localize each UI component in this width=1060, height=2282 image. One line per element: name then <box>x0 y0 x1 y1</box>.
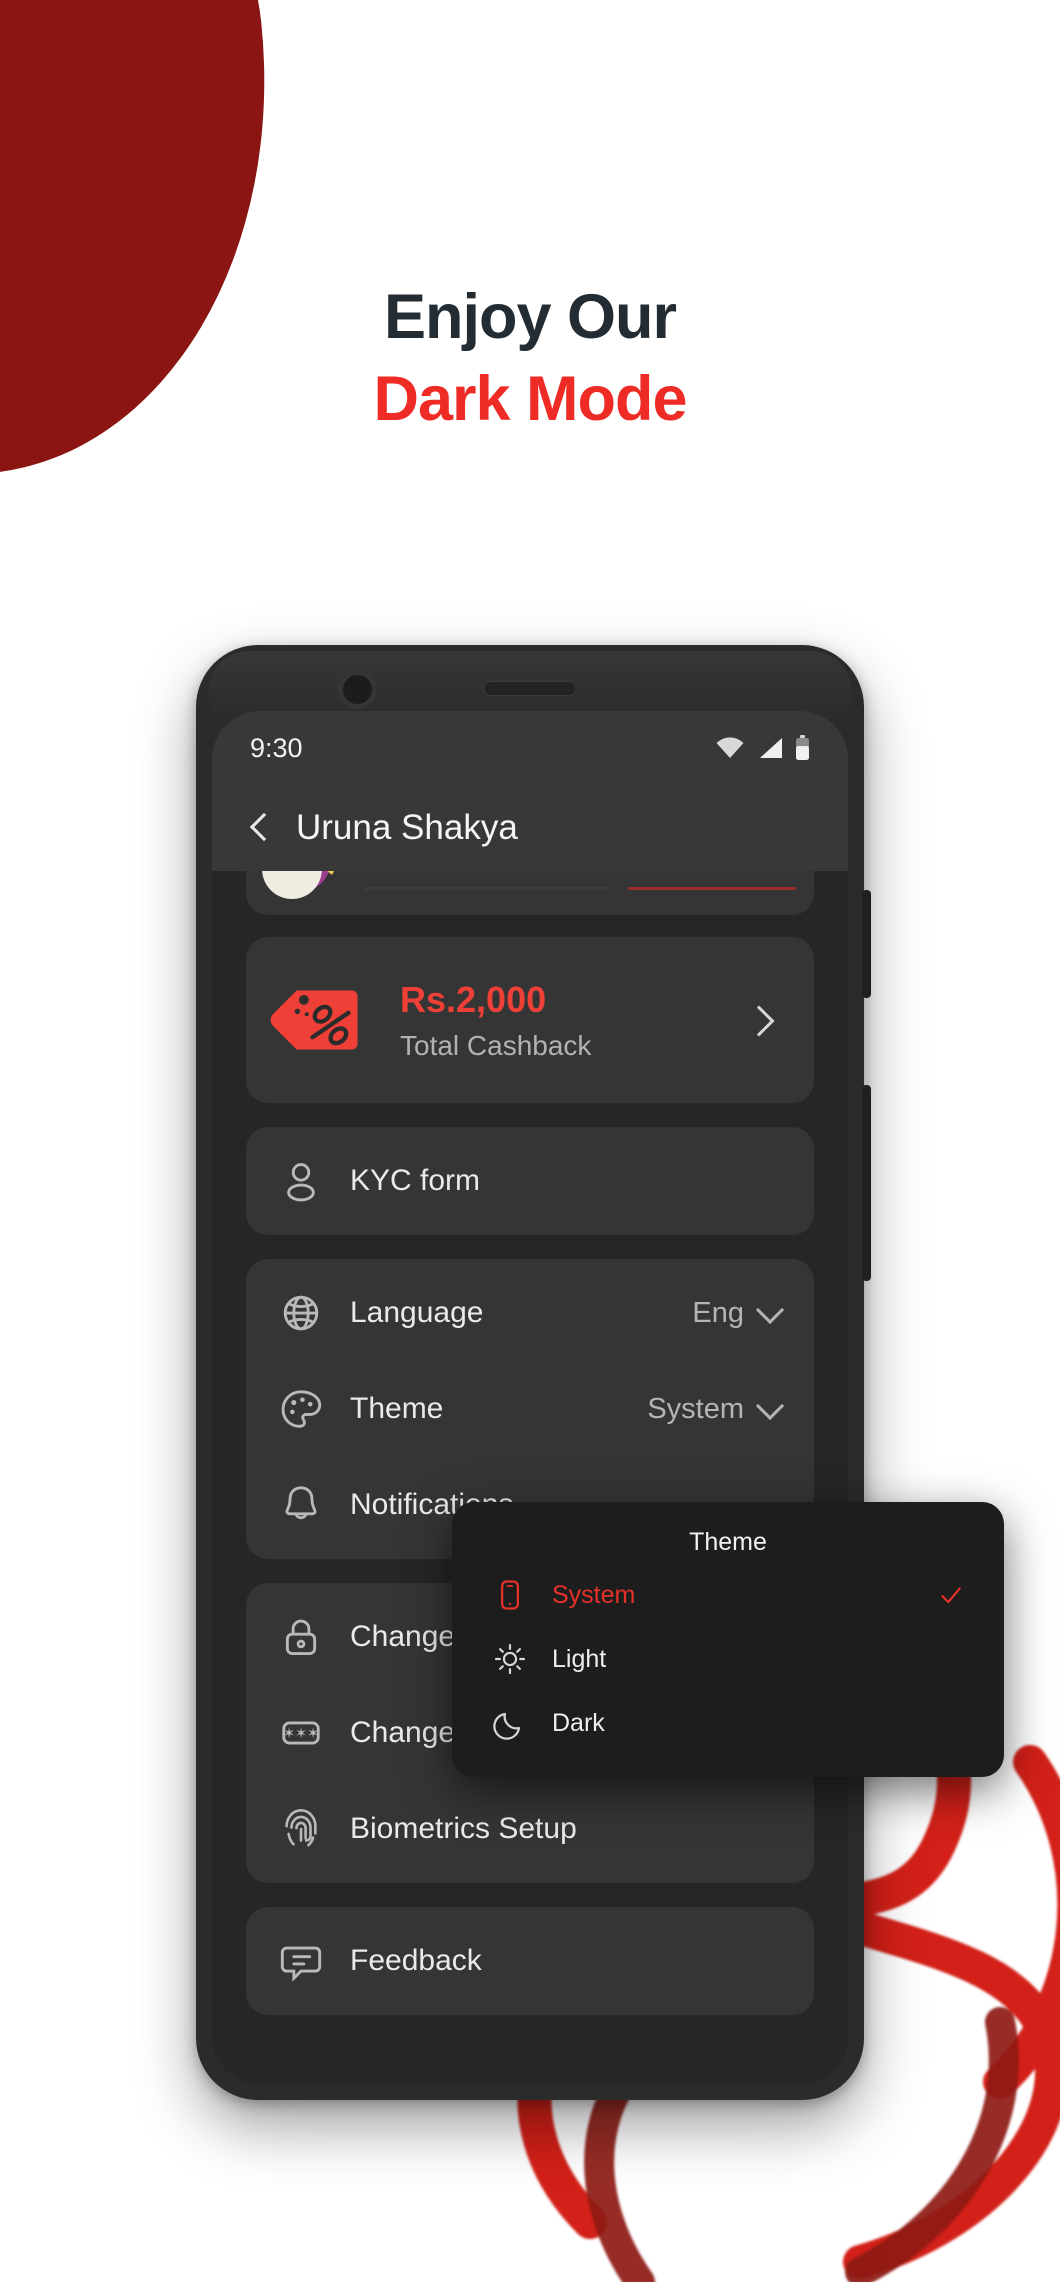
moon-icon <box>493 1712 521 1740</box>
settings-scroll-content[interactable]: Rs.2,000 Total Cashback KYC form Languag… <box>212 871 848 2084</box>
page-title: Uruna Shakya <box>296 808 518 847</box>
row-label: Feedback <box>350 1944 482 1977</box>
wifi-icon <box>716 737 744 758</box>
fingerprint-icon <box>285 1809 317 1847</box>
battery-icon <box>796 735 809 760</box>
cashback-card[interactable]: Rs.2,000 Total Cashback <box>246 937 814 1103</box>
chevron-down-icon[interactable] <box>758 1397 782 1421</box>
phone-side-button-upper[interactable] <box>862 890 871 998</box>
person-icon <box>287 1163 315 1202</box>
theme-value: System <box>647 1392 744 1425</box>
phone-outline-icon <box>501 1580 519 1610</box>
palette-icon <box>281 1390 322 1428</box>
status-bar-icons <box>715 735 810 761</box>
front-camera-icon <box>338 670 377 709</box>
theme-dialog-title: Theme <box>689 1528 767 1556</box>
status-bar-time: 9:30 <box>250 732 303 763</box>
theme-option-light[interactable]: Light <box>452 1627 1004 1691</box>
theme-option-label: System <box>552 1580 636 1609</box>
row-label: Biometrics Setup <box>350 1812 577 1845</box>
profile-name-placeholder <box>364 886 610 890</box>
pin-dots-icon: ✶✶✶ <box>282 1721 320 1745</box>
phone-screen: 9:30 Uruna Shakya Rs.2,000 Total Cashbac… <box>212 711 848 2084</box>
bell-icon <box>285 1486 317 1520</box>
svg-text:✶✶✶: ✶✶✶ <box>283 1726 319 1742</box>
profile-action-underline <box>628 886 796 890</box>
row-kyc-form[interactable]: KYC form <box>246 1133 814 1229</box>
cellular-signal-icon <box>760 738 782 758</box>
status-bar: 9:30 <box>212 711 848 785</box>
feedback-card: Feedback <box>246 1907 814 2015</box>
theme-option-dark[interactable]: Dark <box>452 1691 1004 1755</box>
chat-feedback-icon <box>280 1946 322 1982</box>
kyc-card: KYC form <box>246 1127 814 1235</box>
sun-icon <box>494 1643 526 1675</box>
profile-card-partial[interactable] <box>246 871 814 915</box>
chevron-right-icon[interactable] <box>746 1008 770 1032</box>
chevron-down-icon[interactable] <box>758 1301 782 1325</box>
row-theme[interactable]: Theme System <box>246 1361 814 1457</box>
cashback-label: Total Cashback <box>400 1029 592 1061</box>
app-bar: Uruna Shakya <box>212 785 848 871</box>
theme-option-label: Dark <box>552 1708 605 1737</box>
check-icon <box>941 1587 961 1604</box>
language-value: Eng <box>692 1296 744 1329</box>
headline-line-1: Enjoy Our <box>383 282 677 352</box>
globe-icon <box>283 1295 319 1331</box>
row-label: Theme <box>350 1392 444 1425</box>
phone-mockup: 9:30 Uruna Shakya Rs.2,000 Total Cashbac… <box>196 645 871 2100</box>
avatar <box>258 871 346 905</box>
chevron-left-icon[interactable] <box>238 806 282 850</box>
promo-headline: Enjoy Our Dark Mode <box>0 280 1060 437</box>
row-label: Language <box>350 1296 484 1329</box>
earpiece-speaker <box>483 681 577 696</box>
theme-option-label: Light <box>552 1644 607 1673</box>
cashback-amount: Rs.2,000 <box>400 978 547 1020</box>
headline-line-2: Dark Mode <box>373 364 687 435</box>
row-language[interactable]: Language Eng <box>246 1265 814 1361</box>
row-feedback[interactable]: Feedback <box>246 1913 814 2009</box>
theme-dialog[interactable]: Theme System Light Dark <box>452 1502 1004 1777</box>
theme-option-system[interactable]: System <box>452 1563 1004 1627</box>
row-biometrics-setup[interactable]: Biometrics Setup <box>246 1781 814 1877</box>
phone-side-button-lower[interactable] <box>862 1085 871 1281</box>
phone-top-bezel <box>196 645 864 715</box>
row-label: KYC form <box>350 1164 481 1197</box>
discount-tag-icon <box>270 990 358 1050</box>
lock-icon <box>285 1619 317 1655</box>
